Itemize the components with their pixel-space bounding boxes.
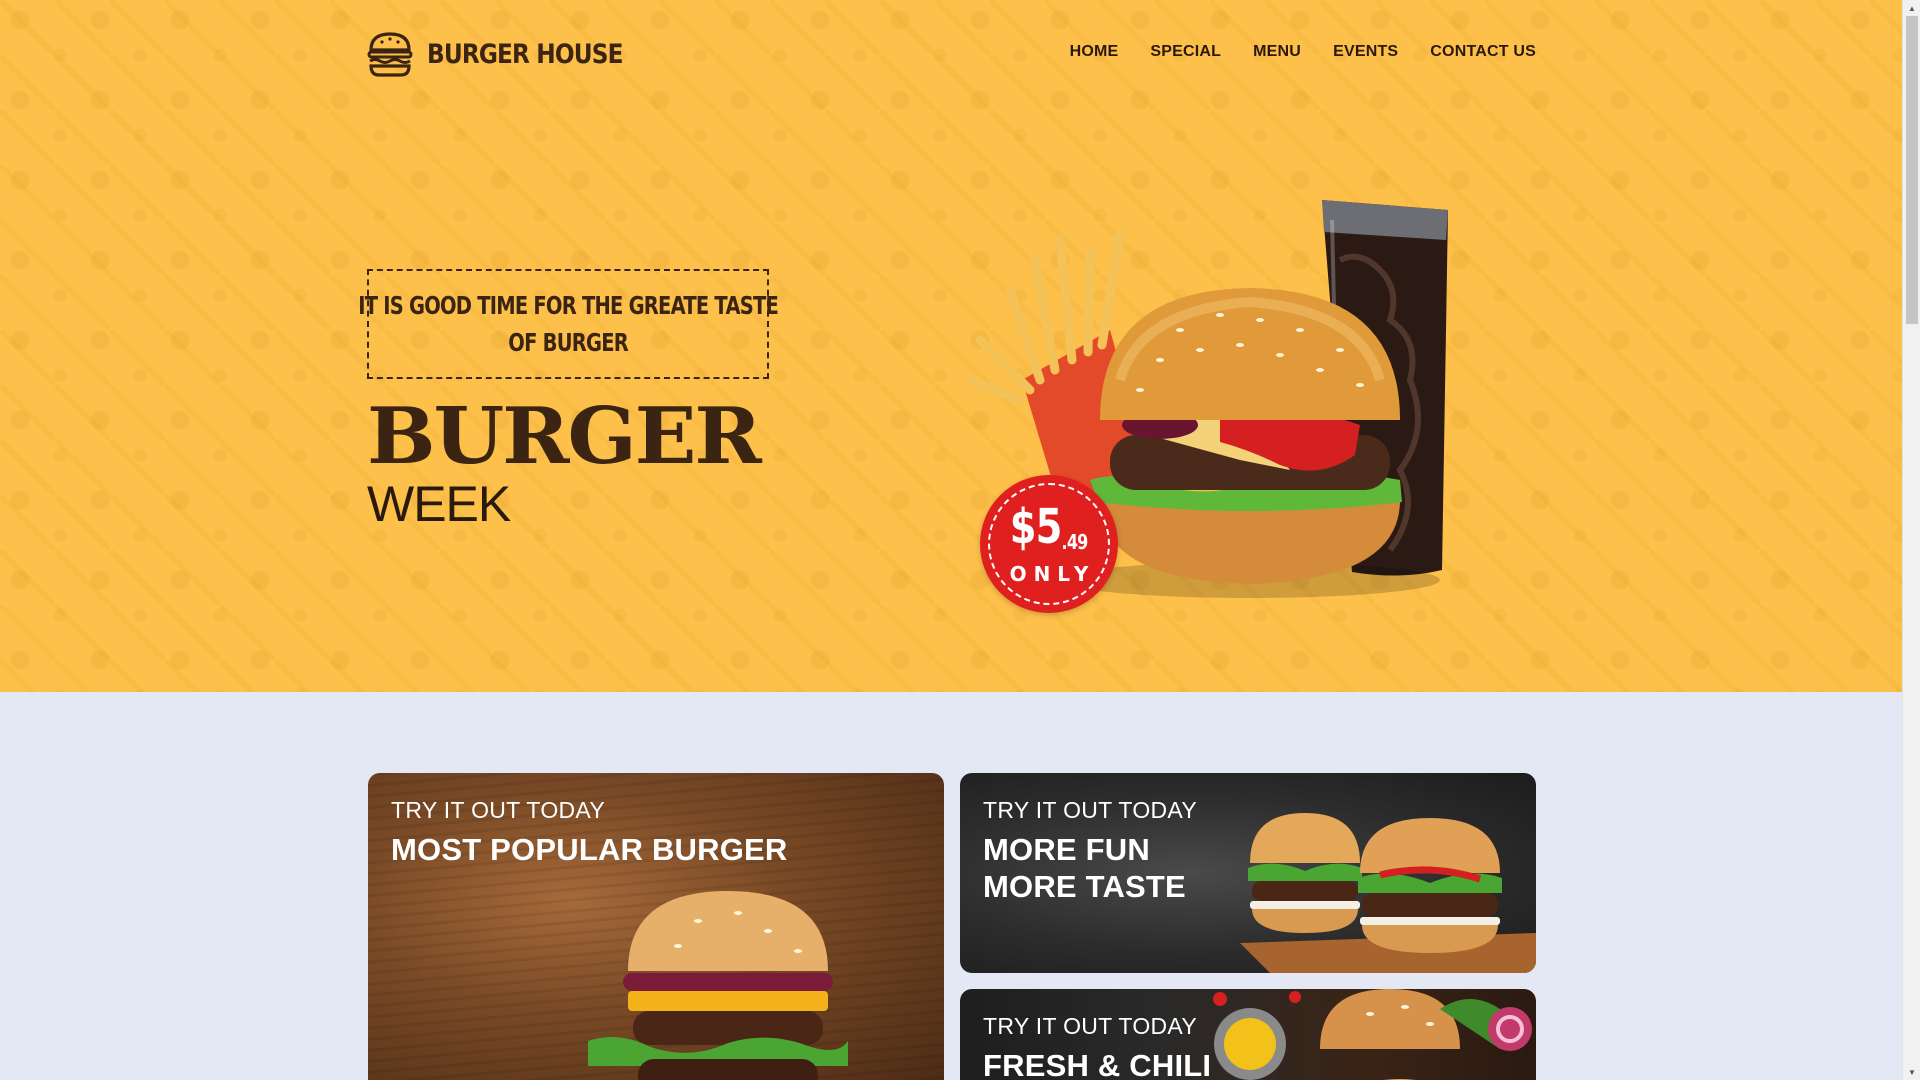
tagline: IT IS GOOD TIME FOR THE GREATE TASTE OF … xyxy=(358,287,779,361)
page-scrollbar[interactable]: ▲ ▼ xyxy=(1902,0,1920,1080)
card-eyebrow: TRY IT OUT TODAY xyxy=(391,797,605,823)
card-title: FRESH & CHILI xyxy=(983,1048,1212,1080)
price-note: ONLY xyxy=(1009,561,1096,586)
card-eyebrow: TRY IT OUT TODAY xyxy=(983,1013,1197,1039)
nav-contact-us[interactable]: CONTACT US xyxy=(1430,43,1536,61)
promo-card-more-fun[interactable]: TRY IT OUT TODAY MORE FUN MORE TASTE xyxy=(960,773,1536,973)
nav-home[interactable]: HOME xyxy=(1070,43,1119,61)
burgers-with-sauce-image xyxy=(1213,989,1532,1080)
card-title-line-1: MORE FUN xyxy=(983,832,1150,867)
hero-title: BURGER xyxy=(367,391,762,482)
price-badge: $5.49 ONLY xyxy=(980,475,1118,613)
card-title-line-2: MORE TASTE xyxy=(983,869,1186,904)
tagline-line-1: IT IS GOOD TIME FOR THE GREATE TASTE xyxy=(358,291,779,320)
scroll-down-icon[interactable]: ▼ xyxy=(1903,1064,1920,1080)
nav-special[interactable]: SPECIAL xyxy=(1150,43,1221,61)
burger-icon xyxy=(367,32,413,77)
main-nav: HOME SPECIAL MENU EVENTS CONTACT US xyxy=(1070,43,1536,61)
tagline-line-2: OF BURGER xyxy=(508,328,629,357)
nav-menu[interactable]: MENU xyxy=(1253,43,1301,61)
nav-events[interactable]: EVENTS xyxy=(1333,43,1398,61)
brand-name: BURGER HOUSE xyxy=(427,38,623,70)
price-main: $5 xyxy=(1010,498,1063,555)
price-cents: .49 xyxy=(1061,529,1089,554)
tagline-box: IT IS GOOD TIME FOR THE GREATE TASTE OF … xyxy=(358,269,779,379)
scroll-thumb[interactable] xyxy=(1906,16,1918,324)
promo-card-fresh-chili[interactable]: TRY IT OUT TODAY FRESH & CHILI xyxy=(960,989,1536,1080)
promo-card-popular-burger[interactable]: TRY IT OUT TODAY MOST POPULAR BURGER xyxy=(368,773,944,1080)
brand-logo[interactable]: BURGER HOUSE xyxy=(367,30,654,78)
burger-on-wood-image xyxy=(588,891,848,1080)
card-title: MOST POPULAR BURGER xyxy=(391,832,788,867)
hero-subtitle: WEEK xyxy=(367,476,511,532)
hero-section: BURGER HOUSE HOME SPECIAL MENU EVENTS CO… xyxy=(0,0,1902,692)
price-value: $5.49 xyxy=(1010,503,1089,560)
two-burgers-on-board-image xyxy=(1240,813,1536,973)
scroll-up-icon[interactable]: ▲ xyxy=(1903,0,1920,16)
card-eyebrow: TRY IT OUT TODAY xyxy=(983,797,1197,823)
